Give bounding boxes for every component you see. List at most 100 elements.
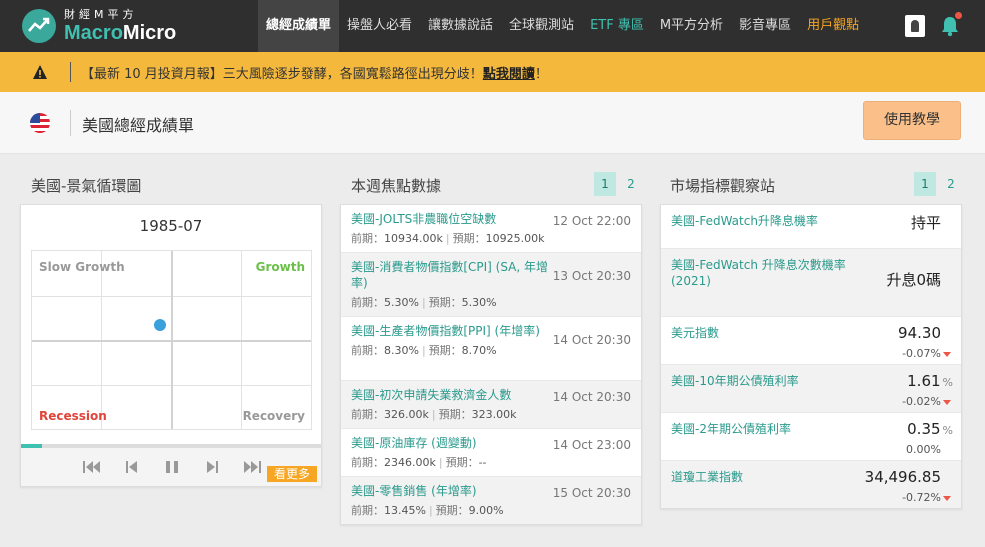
event-row[interactable]: 美國-消費者物價指數[CPI] (SA, 年增率) 13 Oct 20:30 前… bbox=[341, 253, 641, 317]
announcement-bar: 【最新 10 月投資月報】三大風險逐步發酵，各國寬鬆路徑出現分歧！ 點我閱讀 ！ bbox=[0, 52, 985, 92]
announcement-text: 【最新 10 月投資月報】三大風險逐步發酵，各國寬鬆路徑出現分歧！ bbox=[81, 66, 483, 82]
market-row[interactable]: 美國-FedWatch升降息機率 持平 bbox=[661, 205, 961, 249]
skip-first-button[interactable] bbox=[77, 456, 107, 478]
announcement-read-link[interactable]: 點我閱讀 bbox=[483, 63, 535, 82]
market-name[interactable]: 美國-FedWatch 升降息次數機率 (2021) bbox=[671, 257, 861, 289]
market-name[interactable]: 美國-FedWatch升降息機率 bbox=[671, 213, 861, 229]
nav-m-analysis[interactable]: M平方分析 bbox=[652, 0, 731, 52]
brand-name-cn: 財經M平方 bbox=[64, 8, 138, 21]
down-arrow-icon bbox=[943, 399, 951, 405]
nav-user-views[interactable]: 用戶觀點 bbox=[799, 0, 867, 52]
event-time: 13 Oct 20:30 bbox=[552, 269, 631, 283]
step-back-button[interactable] bbox=[117, 456, 147, 478]
event-name[interactable]: 美國-原油庫存 (週變動) bbox=[351, 435, 551, 451]
market-change: -0.72% bbox=[902, 491, 951, 504]
notification-dot bbox=[955, 12, 962, 19]
market-page-1[interactable]: 1 bbox=[914, 172, 936, 196]
playback-controls: 看更多 bbox=[21, 448, 321, 486]
market-name[interactable]: 道瓊工業指數 bbox=[671, 469, 861, 485]
event-row[interactable]: 美國-生產者物價指數[PPI] (年增率) 14 Oct 20:30 前期：8.… bbox=[341, 317, 641, 381]
event-name[interactable]: 美國-消費者物價指數[CPI] (SA, 年增率) bbox=[351, 259, 551, 291]
skip-last-button[interactable] bbox=[237, 456, 267, 478]
nav-global-watch[interactable]: 全球觀測站 bbox=[501, 0, 582, 52]
cycle-panel-title: 美國-景氣循環圖 bbox=[31, 177, 142, 195]
skip-first-icon bbox=[83, 461, 100, 473]
event-name[interactable]: 美國-生產者物價指數[PPI] (年增率) bbox=[351, 323, 551, 339]
event-time: 15 Oct 20:30 bbox=[552, 486, 631, 500]
nav-video-zone[interactable]: 影音專區 bbox=[731, 0, 799, 52]
market-row[interactable]: 美國-2年期公債殖利率 0.35% 0.00% bbox=[661, 413, 961, 461]
market-value: 0.35% bbox=[907, 420, 953, 438]
event-time: 14 Oct 20:30 bbox=[552, 390, 631, 404]
event-time: 12 Oct 22:00 bbox=[552, 214, 631, 228]
market-value: 34,496.85 bbox=[864, 468, 941, 486]
market-row[interactable]: 道瓊工業指數 34,496.85 -0.72% bbox=[661, 461, 961, 508]
nav-etf-zone[interactable]: ETF 專區 bbox=[582, 0, 652, 52]
event-meta: 前期：326.00k | 預期：323.00k bbox=[351, 408, 517, 421]
event-row[interactable]: 美國-零售銷售 (年增率) 15 Oct 20:30 前期：13.45% | 預期：… bbox=[341, 477, 641, 524]
market-panel-title: 市場指標觀察站 bbox=[670, 177, 776, 195]
market-value: 1.61% bbox=[907, 372, 953, 390]
market-name[interactable]: 美國-2年期公債殖利率 bbox=[671, 421, 861, 437]
events-page-2[interactable]: 2 bbox=[620, 172, 642, 196]
cycle-date: 1985-07 bbox=[139, 217, 203, 235]
market-change: 0.00% bbox=[906, 443, 941, 456]
event-meta: 前期：2346.00k | 預期：-- bbox=[351, 456, 487, 469]
down-arrow-icon bbox=[943, 351, 951, 357]
quadrant-label-recession: Recession bbox=[39, 409, 107, 423]
nav-data-talks[interactable]: 讓數據說話 bbox=[420, 0, 501, 52]
brand-name-en: MacroMicro bbox=[64, 22, 177, 44]
tutorial-button[interactable]: 使用教學 bbox=[863, 101, 961, 140]
market-page-2[interactable]: 2 bbox=[940, 172, 962, 196]
notification-bell-icon[interactable] bbox=[940, 12, 962, 37]
pause-button[interactable] bbox=[157, 456, 187, 478]
cycle-position-dot bbox=[154, 319, 166, 331]
event-meta: 前期：10934.00k | 預期：10925.00k bbox=[351, 232, 545, 245]
events-page-1[interactable]: 1 bbox=[594, 172, 616, 196]
step-forward-button[interactable] bbox=[197, 456, 227, 478]
event-row[interactable]: 美國-初次申請失業救濟金人數 14 Oct 20:30 前期：326.00k | 預… bbox=[341, 381, 641, 429]
user-avatar-icon[interactable] bbox=[905, 15, 925, 37]
market-value: 94.30 bbox=[898, 324, 941, 342]
market-change: -0.07% bbox=[902, 347, 951, 360]
nav-macro-scorecard[interactable]: 總經成績單 bbox=[258, 0, 340, 52]
market-row[interactable]: 美國-10年期公債殖利率 1.61% -0.02% bbox=[661, 365, 961, 413]
market-name[interactable]: 美元指數 bbox=[671, 325, 861, 341]
logo-chart-icon bbox=[22, 9, 56, 43]
market-value: 升息0碼 bbox=[886, 271, 941, 289]
page-subheader: 美國總經成績單 使用教學 bbox=[0, 92, 985, 154]
event-meta: 前期：13.45% | 預期：9.00% bbox=[351, 504, 504, 517]
event-name[interactable]: 美國-零售銷售 (年增率) bbox=[351, 483, 551, 499]
page-title: 美國總經成績單 bbox=[82, 116, 195, 135]
event-meta: 前期：5.30% | 預期：5.30% bbox=[351, 296, 497, 309]
events-card: 美國-JOLTS非農職位空缺數 12 Oct 22:00 前期：10934.00… bbox=[340, 204, 642, 525]
quadrant-label-slow-growth: Slow Growth bbox=[39, 260, 125, 274]
pause-icon bbox=[166, 461, 178, 473]
events-pager: 1 2 bbox=[590, 172, 642, 196]
market-name[interactable]: 美國-10年期公債殖利率 bbox=[671, 373, 861, 389]
event-time: 14 Oct 20:30 bbox=[552, 333, 631, 347]
main-nav: 總經成績單 操盤人必看 讓數據說話 全球觀測站 ETF 專區 M平方分析 影音專… bbox=[258, 0, 867, 52]
nav-trader-must-read[interactable]: 操盤人必看 bbox=[339, 0, 420, 52]
skip-last-icon bbox=[244, 461, 261, 473]
top-navbar: 財經M平方 MacroMicro 總經成績單 操盤人必看 讓數據說話 全球觀測站… bbox=[0, 0, 985, 52]
us-flag-icon bbox=[30, 113, 50, 133]
market-value: 持平 bbox=[910, 214, 941, 232]
market-change: -0.02% bbox=[902, 395, 951, 408]
event-row[interactable]: 美國-原油庫存 (週變動) 14 Oct 23:00 前期：2346.00k | 預… bbox=[341, 429, 641, 477]
market-row[interactable]: 美國-FedWatch 升降息次數機率 (2021) 升息0碼 bbox=[661, 249, 961, 317]
see-more-button[interactable]: 看更多 bbox=[267, 466, 317, 482]
market-row[interactable]: 美元指數 94.30 -0.07% bbox=[661, 317, 961, 365]
brand-logo[interactable]: 財經M平方 MacroMicro bbox=[22, 8, 192, 44]
event-name[interactable]: 美國-初次申請失業救濟金人數 bbox=[351, 387, 551, 403]
subheader-divider bbox=[70, 110, 71, 136]
cycle-card: 1985-07 Slow Growth Growth Recession Rec… bbox=[20, 204, 322, 487]
market-pager: 1 2 bbox=[910, 172, 962, 196]
event-name[interactable]: 美國-JOLTS非農職位空缺數 bbox=[351, 211, 551, 227]
quadrant-label-recovery: Recovery bbox=[242, 409, 305, 423]
market-card: 美國-FedWatch升降息機率 持平 美國-FedWatch 升降息次數機率 … bbox=[660, 204, 962, 509]
announcement-divider bbox=[70, 62, 71, 82]
event-row[interactable]: 美國-JOLTS非農職位空缺數 12 Oct 22:00 前期：10934.00… bbox=[341, 205, 641, 253]
step-forward-icon bbox=[207, 461, 218, 473]
warning-icon bbox=[33, 65, 47, 79]
